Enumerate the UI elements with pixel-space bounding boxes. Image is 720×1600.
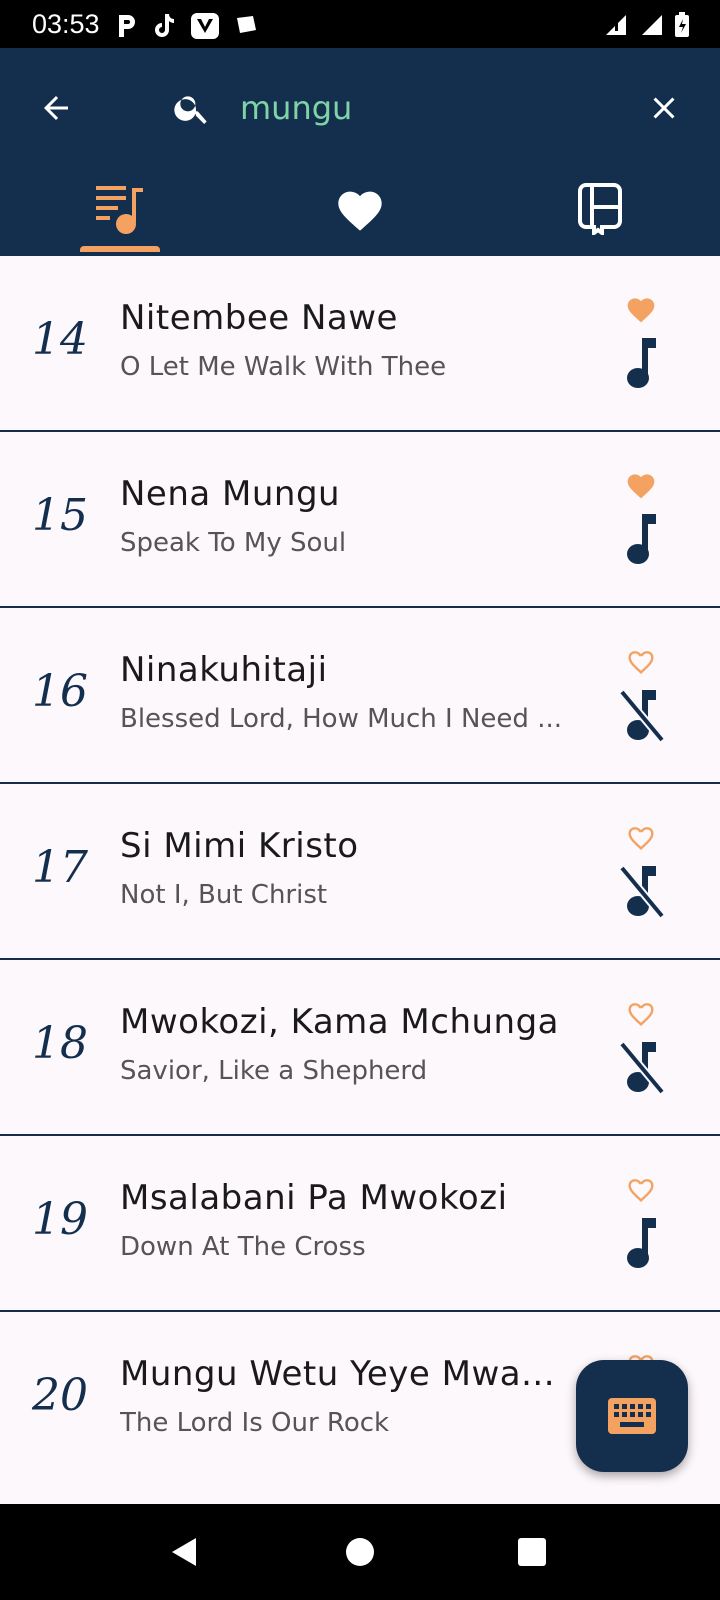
song-title: Msalabani Pa Mwokozi [120,1178,508,1218]
system-nav-bar [0,1504,720,1600]
heart-outline-icon[interactable] [625,998,657,1030]
tab-indicator [80,246,160,252]
book-icon [578,183,622,235]
status-system-icons [602,12,690,38]
status-notification-icons [116,12,258,40]
heart-icon [338,191,382,231]
v-app-icon [191,13,219,39]
song-row[interactable]: 14 Nitembee Nawe O Let Me Walk With Thee [0,254,720,428]
song-title: Nitembee Nawe [120,298,398,338]
signal-icon [606,15,626,35]
song-title: Ninakuhitaji [120,650,328,690]
notification-icon [237,16,256,33]
recents-icon [518,1538,546,1566]
status-bar: 03:53 [0,0,720,48]
search-input[interactable] [240,80,620,136]
heart-outline-icon[interactable] [625,1174,657,1206]
tab-books[interactable] [480,168,720,250]
parking-icon [119,15,135,37]
song-number: 18 [32,1018,88,1069]
nav-recents-button[interactable] [508,1528,556,1576]
close-icon [653,97,675,119]
home-icon [346,1538,374,1566]
tab-song-list[interactable] [0,168,240,250]
music-off-icon[interactable] [618,1038,668,1096]
search-icon [174,96,207,124]
music-off-icon[interactable] [618,862,668,920]
song-title: Nena Mungu [120,474,341,514]
song-subtitle: O Let Me Walk With Thee [120,352,447,382]
app-bar [0,48,720,254]
arrow-back-icon [44,96,68,120]
status-time: 03:53 [32,9,100,39]
song-row[interactable]: 17 Si Mimi Kristo Not I, But Christ [0,782,720,956]
song-number: 19 [32,1194,88,1245]
nav-back-button[interactable] [160,1528,208,1576]
song-number: 20 [32,1370,88,1421]
song-subtitle: Savior, Like a Shepherd [120,1056,428,1086]
keyboard-icon [608,1398,656,1434]
tab-favorites[interactable] [240,168,480,250]
song-row[interactable]: 18 Mwokozi, Kama Mchunga Savior, Like a Sh… [0,958,720,1132]
song-subtitle: Blessed Lord, How Much I Need ... [120,704,562,734]
nav-home-button[interactable] [336,1528,384,1576]
heart-filled-icon[interactable] [625,294,657,326]
song-subtitle: The Lord Is Our Rock [120,1408,390,1438]
keyboard-fab-button[interactable] [576,1360,688,1472]
search-icon-container [166,82,218,134]
playlist-icon [96,186,143,234]
song-row[interactable]: 19 Msalabani Pa Mwokozi Down At The Cross [0,1134,720,1308]
clear-search-button[interactable] [638,82,690,134]
song-subtitle: Not I, But Christ [120,880,328,910]
song-title: Si Mimi Kristo [120,826,359,866]
song-row[interactable]: 15 Nena Mungu Speak To My Soul [0,430,720,604]
tab-bar [0,183,720,254]
tiktok-icon [155,14,174,37]
music-off-icon[interactable] [618,686,668,744]
song-row[interactable]: 16 Ninakuhitaji Blessed Lord, How Much I N… [0,606,720,780]
music-note-icon[interactable] [618,510,668,568]
song-number: 15 [32,490,88,541]
heart-filled-icon[interactable] [625,470,657,502]
wifi-icon [642,15,662,35]
battery-icon [675,12,689,37]
song-subtitle: Speak To My Soul [120,528,347,558]
song-title: Mwokozi, Kama Mchunga [120,1002,560,1042]
back-button[interactable] [30,82,82,134]
back-icon [172,1538,196,1566]
song-number: 16 [32,666,88,717]
song-number: 17 [32,842,88,893]
song-subtitle: Down At The Cross [120,1232,366,1262]
music-note-icon[interactable] [618,334,668,392]
heart-outline-icon[interactable] [625,822,657,854]
song-number: 14 [32,314,88,365]
heart-outline-icon[interactable] [625,646,657,678]
music-note-icon[interactable] [618,1214,668,1272]
song-title: Mungu Wetu Yeye Mwa... [120,1354,556,1394]
